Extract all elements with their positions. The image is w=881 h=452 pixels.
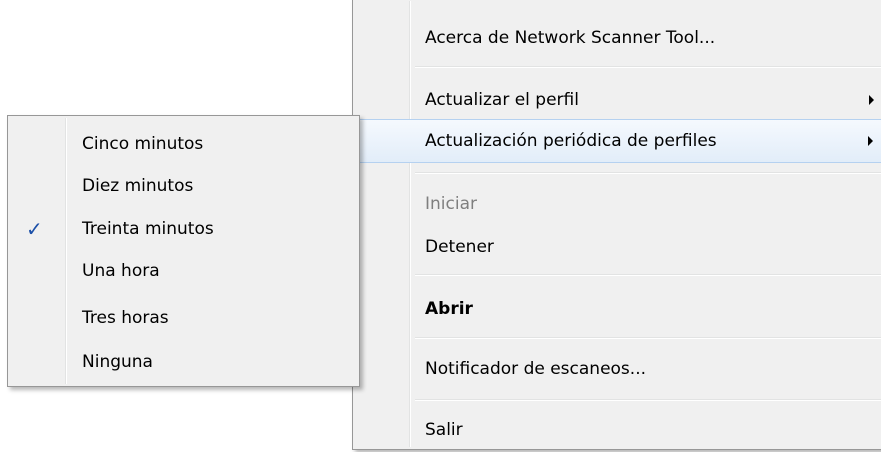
menu-item-start[interactable]: Iniciar bbox=[355, 182, 881, 226]
menu-item-about[interactable]: Acerca de Network Scanner Tool... bbox=[355, 16, 881, 60]
submenu-arrow-icon bbox=[868, 136, 873, 146]
main-context-menu: Acerca de Network Scanner Tool... Actual… bbox=[352, 0, 881, 450]
menu-separator bbox=[415, 337, 881, 339]
menu-separator bbox=[415, 399, 881, 401]
submenu-item-ten-minutes[interactable]: Diez minutos bbox=[10, 164, 357, 208]
menu-item-about-label: Acerca de Network Scanner Tool... bbox=[425, 28, 716, 48]
submenu-item-thirty-minutes[interactable]: ✓ Treinta minutos bbox=[10, 207, 357, 251]
menu-separator bbox=[415, 172, 881, 174]
submenu-item-none-label: Ninguna bbox=[82, 352, 153, 372]
menu-item-open[interactable]: Abrir bbox=[355, 287, 881, 331]
menu-item-exit[interactable]: Salir bbox=[355, 408, 881, 452]
update-interval-submenu: Cinco minutos Diez minutos ✓ Treinta min… bbox=[7, 115, 360, 387]
menu-item-scan-notifier[interactable]: Notificador de escaneos... bbox=[355, 347, 881, 391]
menu-item-periodic-update[interactable]: Actualización periódica de perfiles bbox=[354, 119, 881, 163]
submenu-item-five-minutes[interactable]: Cinco minutos bbox=[10, 122, 357, 166]
submenu-item-five-minutes-label: Cinco minutos bbox=[82, 134, 204, 154]
menu-item-stop-label: Detener bbox=[425, 237, 494, 257]
menu-item-update-profile-label: Actualizar el perfil bbox=[425, 90, 579, 110]
submenu-item-three-hours-label: Tres horas bbox=[82, 308, 169, 328]
menu-item-update-profile[interactable]: Actualizar el perfil bbox=[355, 78, 881, 122]
submenu-arrow-icon bbox=[869, 95, 874, 105]
menu-separator bbox=[415, 274, 881, 276]
submenu-item-three-hours[interactable]: Tres horas bbox=[10, 296, 357, 340]
menu-item-open-label: Abrir bbox=[425, 299, 473, 319]
submenu-item-one-hour[interactable]: Una hora bbox=[10, 249, 357, 293]
checkmark-icon: ✓ bbox=[26, 217, 43, 241]
menu-item-periodic-update-label: Actualización periódica de perfiles bbox=[425, 131, 717, 151]
menu-item-stop[interactable]: Detener bbox=[355, 225, 881, 269]
menu-item-start-label: Iniciar bbox=[425, 194, 477, 214]
menu-item-scan-notifier-label: Notificador de escaneos... bbox=[425, 359, 646, 379]
menu-item-exit-label: Salir bbox=[425, 420, 463, 440]
submenu-item-ten-minutes-label: Diez minutos bbox=[82, 176, 194, 196]
submenu-item-none[interactable]: Ninguna bbox=[10, 340, 357, 384]
menu-separator bbox=[415, 66, 881, 68]
submenu-item-one-hour-label: Una hora bbox=[82, 261, 160, 281]
submenu-item-thirty-minutes-label: Treinta minutos bbox=[82, 219, 214, 239]
